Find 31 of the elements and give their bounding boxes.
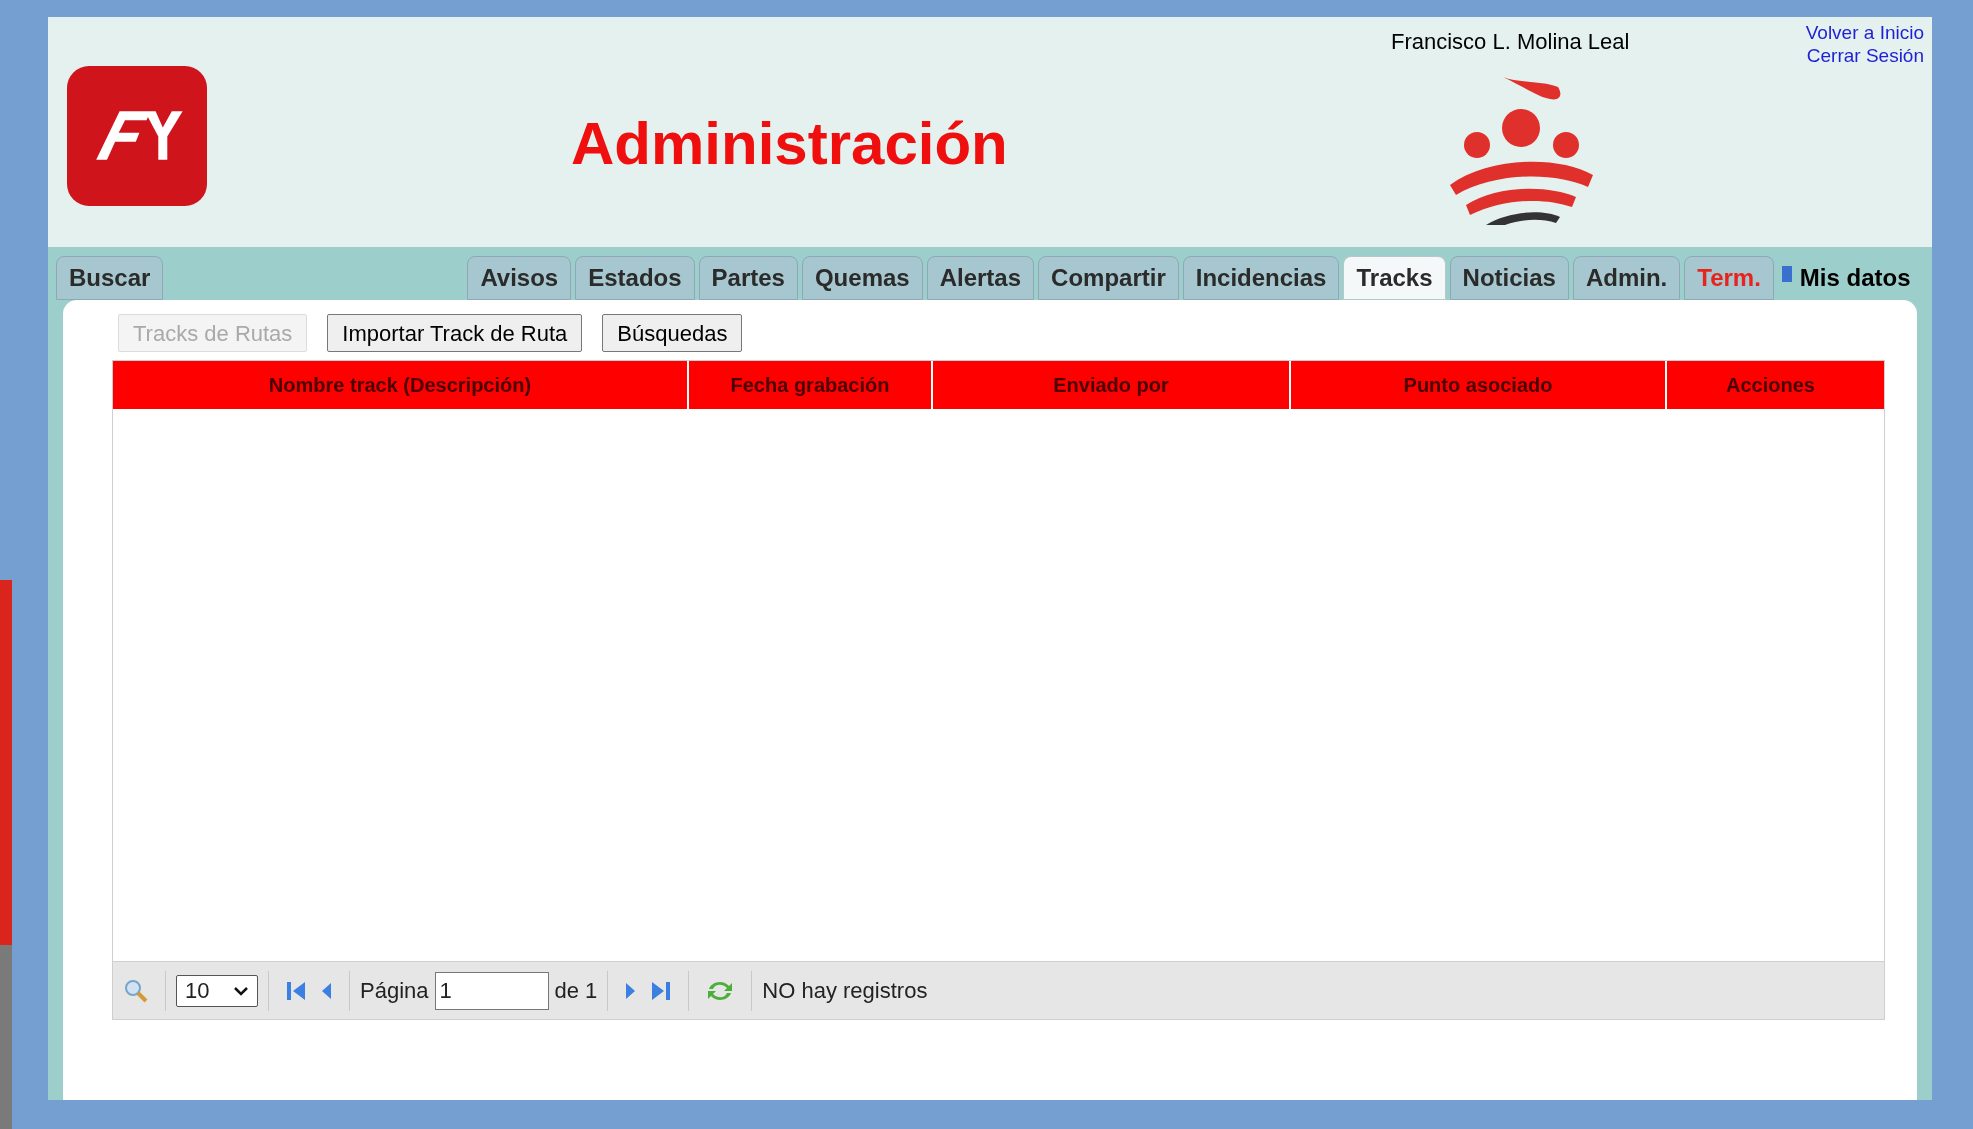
page-title: Administración — [571, 114, 1008, 174]
status-text: NO hay registros — [762, 977, 928, 1005]
page-total: de 1 — [554, 977, 598, 1005]
column-header[interactable]: Acciones — [1667, 361, 1874, 409]
nav-tab[interactable]: Buscar — [56, 256, 164, 300]
nav-tab[interactable]: Alertas — [926, 256, 1035, 300]
action-button[interactable]: Búsquedas — [602, 314, 743, 352]
header-link[interactable]: Volver a Inicio — [1805, 21, 1924, 44]
nav-tab[interactable]: Quemas — [801, 256, 923, 300]
header-link[interactable]: Cerrar Sesión — [1806, 44, 1924, 67]
small-icon — [1781, 266, 1792, 282]
chevron-icon — [233, 985, 249, 996]
search-icon[interactable] — [123, 977, 149, 1004]
page-input[interactable]: 1 — [434, 971, 549, 1010]
nav-tab[interactable]: Estados — [575, 256, 695, 300]
nav-tab[interactable]: Avisos — [467, 256, 572, 300]
page-size-select[interactable]: 10 — [176, 974, 258, 1007]
action-button[interactable]: Importar Track de Ruta — [327, 314, 583, 352]
nav-tab[interactable]: Admin. — [1572, 256, 1681, 300]
column-header[interactable]: Nombre track (Descripción) — [113, 361, 689, 409]
page-label: Página — [360, 977, 429, 1005]
column-header[interactable]: Punto asociado — [1291, 361, 1667, 409]
column-header[interactable]: Enviado por — [933, 361, 1291, 409]
nav-tab[interactable]: Tracks — [1343, 256, 1446, 300]
column-header[interactable]: Fecha grabación — [689, 361, 933, 409]
nav-tab[interactable]: Mis datos — [1795, 256, 1911, 300]
nav-tab[interactable]: Incidencias — [1182, 256, 1340, 300]
nav-tab[interactable]: Compartir — [1038, 256, 1179, 300]
user-name: Francisco L. Molina Leal — [1391, 28, 1630, 56]
nav-tab[interactable]: Noticias — [1449, 256, 1569, 300]
nav-tab[interactable]: Partes — [698, 256, 798, 300]
